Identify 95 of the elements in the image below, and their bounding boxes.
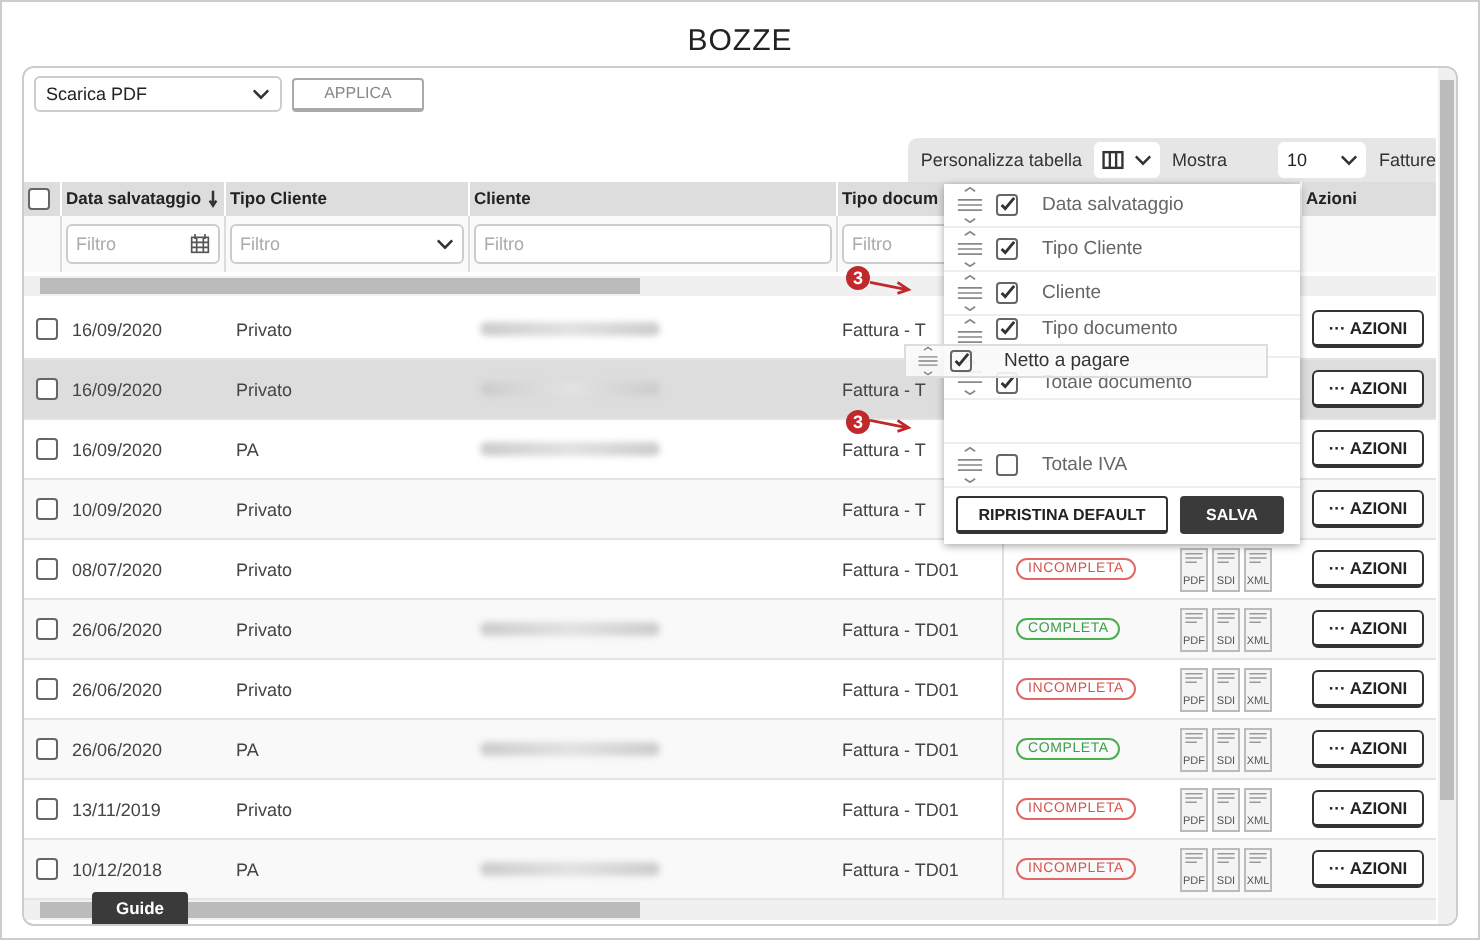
table-cell: Fattura - TD01: [842, 859, 959, 880]
calendar-icon[interactable]: [190, 234, 210, 255]
column-header[interactable]: Tipo docum: [842, 188, 939, 209]
column-option-label: Tipo Cliente: [1042, 238, 1143, 260]
column-header: Azioni: [1306, 188, 1357, 209]
arrow-icon: [870, 414, 914, 434]
table-cell: Fattura - TD01: [842, 739, 959, 760]
chevron-down-icon[interactable]: [252, 88, 270, 100]
row-checkbox[interactable]: [36, 378, 58, 401]
show-label: Mostra: [1171, 149, 1227, 170]
column-option-label: Cliente: [1042, 282, 1102, 304]
vertical-scrollbar[interactable]: [1438, 68, 1456, 924]
dragged-option-menu[interactable]: Netto a pagare: [904, 344, 1268, 378]
table-cell: 16/09/2020: [72, 379, 163, 400]
select-all-checkbox[interactable]: [28, 187, 50, 210]
actions-button[interactable]: ··· AZIONI: [1312, 310, 1424, 349]
actions-button[interactable]: ··· AZIONI: [1312, 430, 1424, 469]
table-cell: Privato: [236, 319, 293, 340]
column-option-label: Totale IVA: [1042, 454, 1128, 476]
column-header[interactable]: Cliente: [474, 188, 531, 209]
drag-handle-icon[interactable]: [956, 446, 984, 484]
apply-button[interactable]: APPLICA: [292, 77, 424, 111]
table-cell: PA: [236, 739, 259, 760]
action-select[interactable]: Scarica PDF: [34, 76, 282, 112]
actions-button[interactable]: ··· AZIONI: [1312, 490, 1424, 529]
table-cell: 10/12/2018: [72, 859, 163, 880]
actions-button[interactable]: ··· AZIONI: [1312, 370, 1424, 409]
actions-button[interactable]: ··· AZIONI: [1312, 790, 1424, 829]
table-cell: Privato: [236, 619, 293, 640]
column-option-label: Tipo documento: [1042, 318, 1178, 340]
actions-button[interactable]: ··· AZIONI: [1312, 730, 1424, 769]
actions-button[interactable]: ··· AZIONI: [1312, 670, 1424, 709]
reset-default-button[interactable]: RIPRISTINA DEFAULT: [956, 496, 1168, 534]
arrow-icon: [870, 276, 914, 296]
table-cell: Privato: [236, 499, 293, 520]
table-cell: Fattura - TD01: [842, 799, 959, 820]
row-checkbox[interactable]: [36, 618, 58, 641]
table-cell: Privato: [236, 379, 293, 400]
page-size-select[interactable]: 10: [1278, 141, 1367, 178]
drag-handle-icon[interactable]: [956, 274, 984, 312]
table-cell: Fattura - T: [842, 439, 926, 460]
row-checkbox[interactable]: [36, 858, 58, 881]
table-cell: Fattura - TD01: [842, 559, 959, 580]
chevron-down-icon[interactable]: [1133, 153, 1152, 166]
chevron-down-icon[interactable]: [1340, 153, 1359, 166]
table-cell: 26/06/2020: [72, 739, 163, 760]
table-cell: 26/06/2020: [72, 679, 163, 700]
column-checkbox[interactable]: [996, 318, 1018, 340]
table-cell: Fattura - TD01: [842, 679, 959, 700]
table-cell: 10/09/2020: [72, 499, 163, 520]
column-checkbox[interactable]: [996, 238, 1018, 260]
horizontal-scrollbar[interactable]: [24, 900, 1436, 920]
table-cell: Privato: [236, 559, 293, 580]
drag-handle-icon[interactable]: [956, 230, 984, 268]
row-checkbox[interactable]: [36, 318, 58, 341]
column-header[interactable]: Data salvataggio: [66, 188, 202, 209]
table-cell: Privato: [236, 799, 293, 820]
table-cell: 08/07/2020: [72, 559, 163, 580]
column-checkbox[interactable]: [996, 454, 1018, 476]
table-cell: Fattura - TD01: [842, 619, 959, 640]
guide-tab[interactable]: Guide: [92, 892, 188, 924]
row-checkbox[interactable]: [36, 558, 58, 581]
save-button[interactable]: SALVA: [1180, 496, 1284, 534]
column-checkbox[interactable]: [950, 350, 972, 372]
column-checkbox[interactable]: [996, 194, 1018, 216]
table-cell: PA: [236, 439, 259, 460]
table-cell: 26/06/2020: [72, 619, 163, 640]
column-option-label: Data salvataggio: [1042, 194, 1184, 216]
actions-button[interactable]: ··· AZIONI: [1312, 550, 1424, 589]
page-title: BOZZE: [685, 22, 795, 62]
actions-button[interactable]: ··· AZIONI: [1312, 850, 1424, 889]
customize-table-label: Personalizza tabella: [920, 149, 1082, 170]
drag-handle-icon[interactable]: [956, 186, 984, 224]
columns-dropdown[interactable]: [1093, 141, 1160, 178]
row-checkbox[interactable]: [36, 798, 58, 821]
chevron-down-icon[interactable]: [436, 238, 454, 251]
table-cell: Fattura - T: [842, 379, 926, 400]
columns-icon[interactable]: [1101, 149, 1124, 170]
drag-handle-icon[interactable]: [914, 346, 942, 376]
table-cell: Fattura - T: [842, 319, 926, 340]
row-checkbox[interactable]: [36, 738, 58, 761]
column-header[interactable]: Tipo Cliente: [230, 188, 327, 209]
table-cell: 13/11/2019: [72, 799, 161, 820]
invoices-label: Fatture: [1378, 149, 1436, 170]
column-checkbox[interactable]: [996, 282, 1018, 304]
sort-down-icon[interactable]: [207, 189, 218, 208]
table-cell: Privato: [236, 679, 293, 700]
row-checkbox[interactable]: [36, 438, 58, 461]
row-checkbox[interactable]: [36, 498, 58, 521]
actions-button[interactable]: ··· AZIONI: [1312, 610, 1424, 649]
table-cell: 16/09/2020: [72, 319, 163, 340]
table-cell: 16/09/2020: [72, 439, 163, 460]
table-cell: PA: [236, 859, 259, 880]
row-checkbox[interactable]: [36, 678, 58, 701]
table-cell: Fattura - T: [842, 499, 926, 520]
